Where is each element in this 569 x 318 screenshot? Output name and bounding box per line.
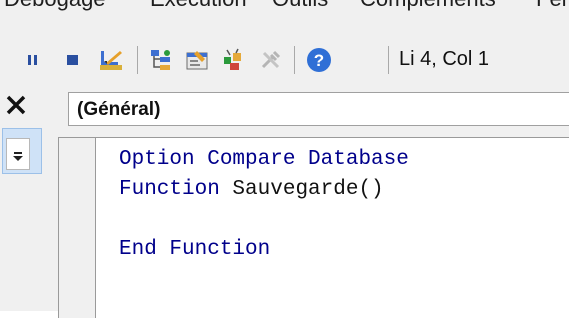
- code-line-2: Function Sauvegarde(): [119, 178, 384, 202]
- toolbar-separator: [294, 46, 295, 74]
- stop-icon: [67, 55, 78, 65]
- close-icon: [6, 95, 26, 115]
- toolbox-icon: [261, 50, 281, 69]
- chevron-down-icon: [13, 152, 23, 161]
- properties-button[interactable]: [184, 47, 210, 73]
- left-dock-panel: [0, 86, 47, 311]
- toolbar-separator: [388, 46, 389, 74]
- menu-debug[interactable]: Débogage: [4, 0, 106, 12]
- menu-bar: Débogage Exécution Outils Compléments Fe…: [0, 0, 569, 35]
- code-editor[interactable]: Option Compare Database Function Sauvega…: [58, 137, 569, 318]
- project-explorer-icon: [151, 50, 170, 70]
- project-explorer-button[interactable]: [148, 47, 174, 73]
- margin-indicator-bar[interactable]: [59, 138, 96, 318]
- reset-button[interactable]: [60, 47, 86, 73]
- object-browser-button[interactable]: [220, 47, 246, 73]
- properties-icon: [186, 51, 208, 70]
- help-icon: ?: [307, 48, 331, 72]
- function-name: Sauvegarde(): [219, 178, 384, 201]
- code-line-4: End Function: [119, 238, 271, 261]
- svg-text:?: ?: [314, 51, 324, 70]
- close-panel-button[interactable]: [3, 92, 29, 118]
- pause-button[interactable]: [20, 47, 46, 73]
- menu-window[interactable]: Fenêtre: [536, 0, 569, 12]
- menu-tools[interactable]: Outils: [272, 0, 328, 12]
- menu-run[interactable]: Exécution: [150, 0, 247, 12]
- cursor-position-status: Li 4, Col 1: [399, 48, 490, 70]
- object-browser-icon: [224, 48, 241, 70]
- design-mode-icon: [100, 51, 122, 70]
- panel-dropdown-button[interactable]: [6, 138, 30, 170]
- pause-icon: [28, 55, 37, 65]
- standard-toolbar: ? Li 4, Col 1: [0, 34, 569, 87]
- code-window: (Général) Option Compare Database Functi…: [46, 86, 569, 318]
- toolbar-separator: [137, 46, 138, 74]
- toolbox-button[interactable]: [258, 47, 284, 73]
- menu-addins[interactable]: Compléments: [360, 0, 496, 12]
- object-dropdown[interactable]: (Général): [68, 92, 569, 126]
- design-mode-button[interactable]: [98, 47, 124, 73]
- code-keyword: Function: [119, 178, 220, 201]
- object-dropdown-value: (Général): [77, 99, 161, 120]
- code-line-1: Option Compare Database: [119, 148, 409, 171]
- help-button[interactable]: ?: [306, 47, 332, 73]
